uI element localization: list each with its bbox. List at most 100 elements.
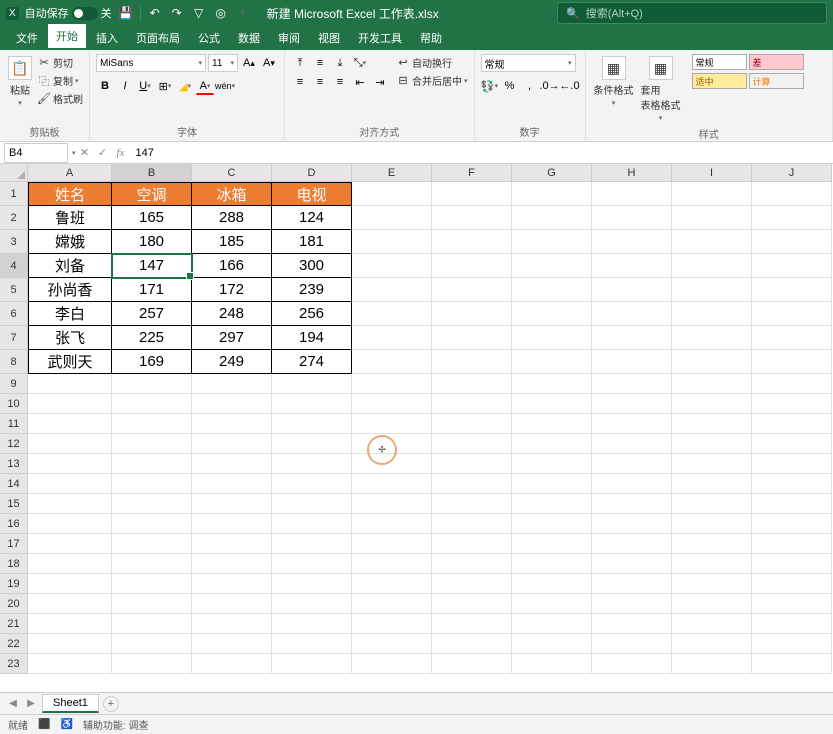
cell[interactable]: 姓名	[28, 182, 112, 206]
row-header[interactable]: 8	[0, 350, 28, 374]
cell[interactable]	[752, 254, 832, 278]
tab-data[interactable]: 数据	[230, 26, 268, 50]
cell[interactable]	[752, 374, 832, 394]
row-header[interactable]: 16	[0, 514, 28, 534]
col-header[interactable]: D	[272, 164, 352, 182]
style-bad[interactable]: 差	[749, 54, 804, 70]
sheet-prev-icon[interactable]: ◀	[6, 697, 20, 711]
cell[interactable]	[512, 302, 592, 326]
tab-view[interactable]: 视图	[310, 26, 348, 50]
font-color-button[interactable]: A▾	[196, 77, 214, 95]
cell[interactable]	[512, 230, 592, 254]
cell[interactable]	[192, 454, 272, 474]
style-neutral[interactable]: 适中	[692, 73, 747, 89]
cell[interactable]	[352, 326, 432, 350]
cell[interactable]: 288	[192, 206, 272, 230]
cell[interactable]: 239	[272, 278, 352, 302]
cell[interactable]: 166	[192, 254, 272, 278]
cell[interactable]	[272, 434, 352, 454]
cell[interactable]	[672, 374, 752, 394]
cell[interactable]	[112, 554, 192, 574]
row-header[interactable]: 6	[0, 302, 28, 326]
align-middle-button[interactable]: ≡	[311, 54, 329, 72]
cell[interactable]	[752, 614, 832, 634]
cell[interactable]	[512, 434, 592, 454]
cell[interactable]	[432, 374, 512, 394]
cell[interactable]	[592, 394, 672, 414]
inc-decimal-button[interactable]: .0→	[541, 77, 559, 95]
enter-icon[interactable]: ✓	[94, 144, 112, 162]
orientation-button[interactable]: ⤡▾	[351, 54, 369, 72]
cell[interactable]	[432, 494, 512, 514]
cell[interactable]: 169	[112, 350, 192, 374]
cell[interactable]	[112, 434, 192, 454]
row-header[interactable]: 10	[0, 394, 28, 414]
cell[interactable]	[352, 454, 432, 474]
cell[interactable]	[672, 414, 752, 434]
cell[interactable]: 274	[272, 350, 352, 374]
align-center-button[interactable]: ≡	[311, 73, 329, 91]
cell[interactable]	[432, 350, 512, 374]
cell[interactable]	[592, 350, 672, 374]
cell[interactable]	[512, 278, 592, 302]
row-header[interactable]: 7	[0, 326, 28, 350]
col-header[interactable]: C	[192, 164, 272, 182]
row-header[interactable]: 20	[0, 594, 28, 614]
paste-button[interactable]: 📋 粘贴 ▾	[6, 54, 34, 109]
cell[interactable]	[592, 454, 672, 474]
style-calc[interactable]: 计算	[749, 73, 804, 89]
cell[interactable]	[112, 514, 192, 534]
cell[interactable]	[272, 634, 352, 654]
cell[interactable]	[672, 654, 752, 674]
cell[interactable]	[352, 494, 432, 514]
col-header[interactable]: J	[752, 164, 832, 182]
cell[interactable]	[192, 494, 272, 514]
sheet-tab[interactable]: Sheet1	[42, 694, 99, 713]
select-all-corner[interactable]	[0, 164, 28, 182]
cell[interactable]	[752, 474, 832, 494]
copy-button[interactable]: ⿻复制▾	[37, 72, 83, 89]
cell[interactable]	[28, 474, 112, 494]
cell[interactable]	[272, 414, 352, 434]
table-format-button[interactable]: ▦ 套用 表格格式▾	[639, 54, 683, 124]
cell[interactable]	[512, 394, 592, 414]
cell[interactable]	[112, 574, 192, 594]
cell[interactable]	[192, 374, 272, 394]
cell[interactable]	[672, 434, 752, 454]
cell[interactable]	[272, 394, 352, 414]
cell[interactable]	[592, 494, 672, 514]
dec-decimal-button[interactable]: ←.0	[561, 77, 579, 95]
cell[interactable]	[512, 206, 592, 230]
filter-icon[interactable]: ▽	[191, 5, 207, 21]
cell[interactable]: 248	[192, 302, 272, 326]
cell[interactable]	[192, 554, 272, 574]
cell[interactable]	[592, 326, 672, 350]
cell[interactable]	[592, 634, 672, 654]
cell[interactable]	[672, 182, 752, 206]
cell[interactable]	[432, 230, 512, 254]
cell[interactable]	[272, 454, 352, 474]
cell[interactable]	[112, 494, 192, 514]
cell[interactable]: 刘备	[28, 254, 112, 278]
formula-input[interactable]	[130, 147, 833, 159]
merge-button[interactable]: ⊟合并后居中▾	[396, 72, 468, 89]
col-header[interactable]: I	[672, 164, 752, 182]
cell[interactable]	[112, 594, 192, 614]
cell[interactable]	[28, 434, 112, 454]
comma-button[interactable]: ,	[521, 77, 539, 95]
cell[interactable]	[272, 494, 352, 514]
wrap-button[interactable]: ↩自动换行	[396, 54, 468, 71]
cell[interactable]	[432, 434, 512, 454]
cell[interactable]	[272, 374, 352, 394]
cell[interactable]	[592, 206, 672, 230]
cell[interactable]	[112, 614, 192, 634]
row-header[interactable]: 14	[0, 474, 28, 494]
cell[interactable]	[192, 514, 272, 534]
cell[interactable]	[592, 614, 672, 634]
cell[interactable]	[592, 514, 672, 534]
cell[interactable]	[592, 554, 672, 574]
row-header[interactable]: 13	[0, 454, 28, 474]
cell[interactable]	[672, 574, 752, 594]
cell[interactable]	[672, 554, 752, 574]
painter-button[interactable]: 🖌格式刷	[37, 90, 83, 107]
